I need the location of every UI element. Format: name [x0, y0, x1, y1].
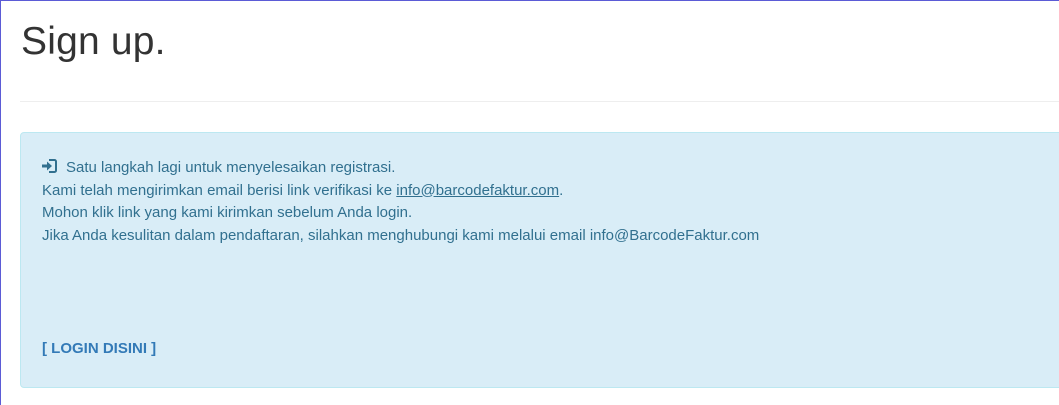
alert-line-1: Satu langkah lagi untuk menyelesaikan re… [42, 157, 1059, 180]
alert-line-4: Jika Anda kesulitan dalam pendaftaran, s… [42, 226, 760, 244]
alert-line-2: Kami telah mengirimkan email berisi link… [42, 180, 1059, 203]
login-icon [42, 158, 57, 173]
info-alert: Satu langkah lagi untuk menyelesaikan re… [20, 132, 1059, 388]
title-divider [20, 101, 1059, 102]
alert-message-period: . [559, 181, 564, 199]
page-title: Sign up. [21, 20, 166, 63]
alert-message-title: Satu langkah lagi untuk menyelesaikan re… [66, 159, 396, 176]
login-here-link[interactable]: [ LOGIN DISINI ] [42, 340, 156, 357]
page-frame: Sign up. Satu langkah lagi untuk menyele… [0, 0, 1059, 405]
alert-line-3: Mohon klik link yang kami kirimkan sebel… [42, 204, 413, 221]
verification-email-link[interactable]: info@barcodefaktur.com [396, 182, 559, 199]
alert-message-sent: Kami telah mengirimkan email berisi link… [42, 181, 397, 199]
